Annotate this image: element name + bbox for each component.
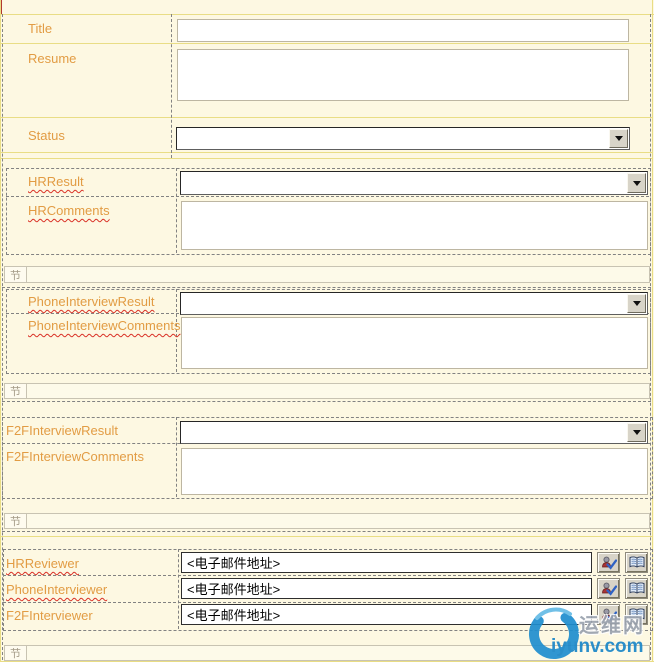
watermark-domain: iyunv.com xyxy=(551,636,644,657)
title-input[interactable] xyxy=(177,19,629,42)
status-label: Status xyxy=(28,128,65,143)
f2finterviewresult-dropdown[interactable] xyxy=(180,421,648,444)
address-book-icon xyxy=(629,556,644,568)
chevron-down-icon xyxy=(632,180,641,186)
section-outer-border xyxy=(2,287,651,288)
section-tab[interactable]: 节 xyxy=(4,383,27,399)
section-tab-bar xyxy=(27,513,650,529)
check-names-icon xyxy=(601,582,617,596)
phoneinterviewresult-label: PhoneInterviewResult xyxy=(28,294,155,309)
hrcomments-label: HRComments xyxy=(28,203,110,218)
section-tab[interactable]: 节 xyxy=(4,513,27,529)
section-tab[interactable]: 节 xyxy=(4,266,27,283)
check-names-icon xyxy=(601,556,617,570)
email-placeholder-text: <电子邮件地址> xyxy=(187,556,281,571)
address-book-icon xyxy=(629,582,644,594)
grid-line xyxy=(0,43,652,44)
section-outer-border xyxy=(2,401,651,402)
section-outer-border xyxy=(2,531,651,532)
f2finterviewer-label: F2FInterviewer xyxy=(6,608,93,623)
phoneinterviewer-label: PhoneInterviewer xyxy=(6,582,108,597)
dropdown-button[interactable] xyxy=(609,129,628,148)
hrresult-label: HRResult xyxy=(28,174,84,189)
phoneinterviewcomments-label: PhoneInterviewComments xyxy=(28,318,181,333)
section-tab-bar xyxy=(27,266,650,283)
grid-line xyxy=(0,117,652,118)
section-tab[interactable]: 节 xyxy=(4,645,27,661)
chevron-down-icon xyxy=(614,136,623,141)
phoneinterviewcomments-textarea[interactable] xyxy=(181,317,648,369)
hr-section-column-divider xyxy=(176,168,177,253)
grid-line xyxy=(0,536,652,537)
hrcomments-textarea[interactable] xyxy=(181,201,648,250)
resume-label: Resume xyxy=(28,51,77,66)
resume-textarea[interactable] xyxy=(177,49,629,101)
dropdown-button[interactable] xyxy=(627,294,646,313)
reviewers-row-divider xyxy=(3,575,651,576)
hr-section-row-divider xyxy=(6,196,649,197)
f2finterviewresult-label: F2FInterviewResult xyxy=(6,423,118,438)
grid-line xyxy=(0,152,652,153)
f2f-section-column-divider xyxy=(176,417,177,497)
layout-column-divider xyxy=(171,14,172,158)
watermark: 运维网 iyunv.com xyxy=(505,595,654,662)
reviewers-column-divider xyxy=(178,549,179,629)
chevron-down-icon xyxy=(632,301,641,306)
watermark-site-name: 运维网 xyxy=(579,615,645,637)
email-placeholder-text: <电子邮件地址> xyxy=(187,582,281,597)
dropdown-button[interactable] xyxy=(627,423,646,442)
section-tab-bar xyxy=(27,383,650,399)
f2finterviewcomments-label: F2FInterviewComments xyxy=(6,449,144,464)
title-label: Title xyxy=(28,21,53,36)
f2finterviewcomments-textarea[interactable] xyxy=(181,448,648,495)
grid-line xyxy=(0,14,654,15)
hrresult-dropdown[interactable] xyxy=(180,171,648,195)
hrreviewer-label: HRReviewer xyxy=(6,556,79,571)
infopath-form-canvas: Title Resume Status HRResult HRComments … xyxy=(0,0,654,662)
left-yellow-border xyxy=(0,0,1,662)
status-dropdown[interactable] xyxy=(176,127,630,150)
email-placeholder-text: <电子邮件地址> xyxy=(187,608,281,623)
grid-line xyxy=(0,158,652,159)
address-book-button[interactable] xyxy=(625,552,648,573)
check-names-button[interactable] xyxy=(597,552,620,573)
phoneinterviewresult-dropdown[interactable] xyxy=(180,292,648,315)
dropdown-button[interactable] xyxy=(627,173,646,193)
chevron-down-icon xyxy=(632,430,641,435)
hrreviewer-email-input[interactable]: <电子邮件地址> xyxy=(181,552,592,573)
